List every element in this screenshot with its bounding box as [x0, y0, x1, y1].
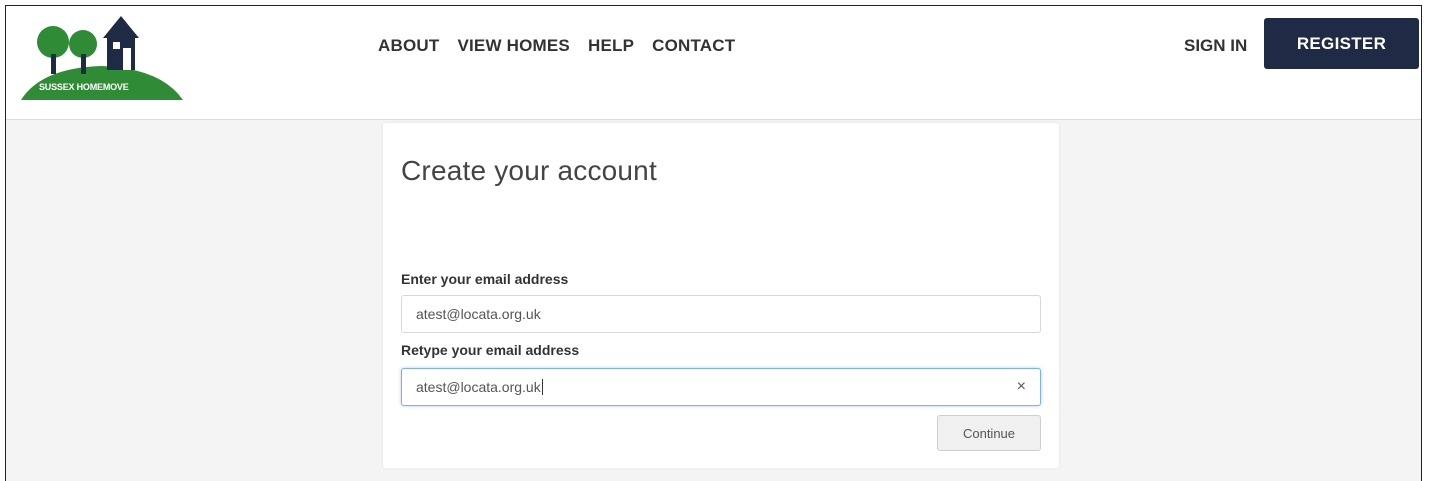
- nav-contact[interactable]: CONTACT: [643, 36, 744, 56]
- create-account-card: Create your account Enter your email add…: [383, 123, 1059, 468]
- retype-email-value: atest@locata.org.uk: [416, 379, 541, 395]
- site-logo[interactable]: SUSSEX HOMEMOVE: [21, 16, 183, 104]
- nav-view-homes[interactable]: VIEW HOMES: [448, 36, 579, 56]
- retype-email-label: Retype your email address: [401, 342, 580, 358]
- nav-about[interactable]: ABOUT: [378, 36, 448, 56]
- email-field[interactable]: atest@locata.org.uk: [401, 295, 1041, 333]
- email-value: atest@locata.org.uk: [416, 306, 541, 322]
- logo-text: SUSSEX HOMEMOVE: [39, 82, 129, 92]
- retype-email-field[interactable]: atest@locata.org.uk ×: [401, 368, 1041, 406]
- text-cursor: [541, 379, 543, 395]
- register-button[interactable]: REGISTER: [1264, 18, 1419, 69]
- page-title: Create your account: [401, 155, 657, 186]
- site-header: SUSSEX HOMEMOVE ABOUT VIEW HOMES HELP CO…: [6, 6, 1421, 120]
- continue-button[interactable]: Continue: [937, 415, 1041, 451]
- browser-frame: SUSSEX HOMEMOVE ABOUT VIEW HOMES HELP CO…: [5, 5, 1422, 481]
- main-nav: ABOUT VIEW HOMES HELP CONTACT: [378, 36, 744, 56]
- email-label: Enter your email address: [401, 271, 569, 287]
- nav-help[interactable]: HELP: [579, 36, 643, 56]
- sign-in-link[interactable]: SIGN IN: [1184, 36, 1247, 56]
- clear-icon[interactable]: ×: [1017, 378, 1026, 396]
